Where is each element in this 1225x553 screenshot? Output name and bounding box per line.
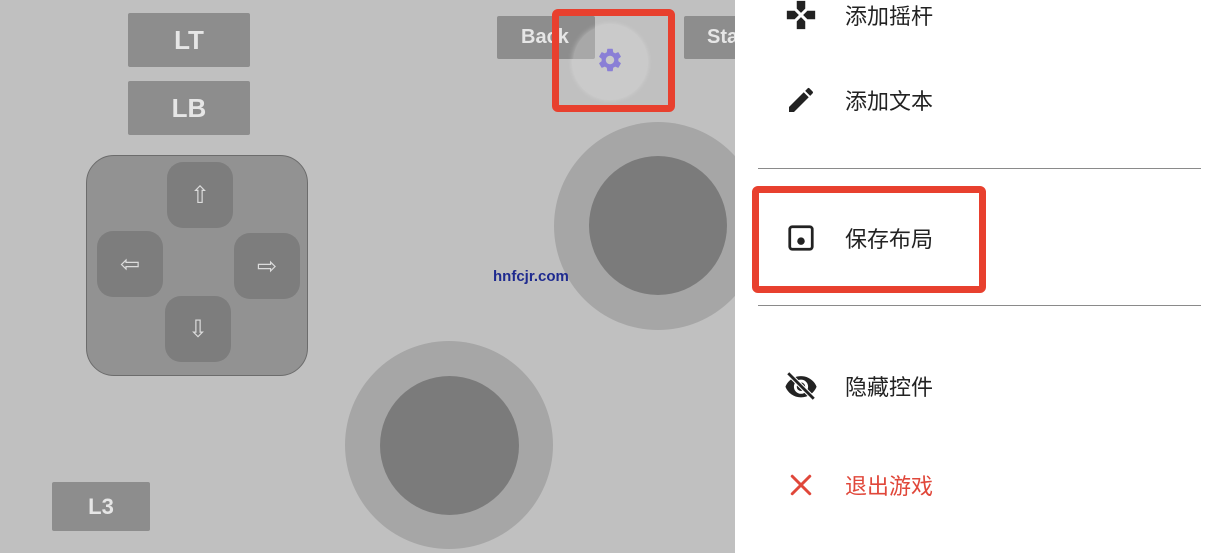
lt-button[interactable]: LT [128,13,250,67]
save-layout-highlight [752,186,986,293]
right-joystick-knob[interactable] [589,156,727,295]
menu-divider [758,168,1201,169]
settings-button-highlight [552,9,675,112]
menu-item-exit-game[interactable]: 退出游戏 [735,450,1201,520]
dpad-right-button[interactable]: ⇨ [234,233,300,299]
close-icon [783,467,819,503]
lb-button[interactable]: LB [128,81,250,135]
dpad-up-button[interactable]: ⇧ [167,162,233,228]
l3-button[interactable]: L3 [52,482,150,531]
controller-layout-area: LT LB ⇧ ⇦ ⇨ ⇩ L3 Back Start hnfcjr.com [0,0,735,553]
eye-off-icon [783,368,819,404]
pencil-icon [783,82,819,118]
start-button-label: Start [707,26,735,48]
left-joystick-knob[interactable] [380,376,519,515]
menu-item-label: 隐藏控件 [845,376,934,401]
dpad: ⇧ ⇦ ⇨ ⇩ [86,155,308,376]
gamepad-icon [783,0,819,33]
menu-item-label: 添加摇杆 [845,5,934,30]
dpad-down-button[interactable]: ⇩ [165,296,231,362]
side-menu: 添加摇杆 添加文本 保存布局 隐藏控件 退出游戏 [735,0,1225,553]
dpad-left-button[interactable]: ⇦ [97,231,163,297]
menu-item-hide-controls[interactable]: 隐藏控件 [735,351,1201,421]
menu-item-add-text[interactable]: 添加文本 [735,65,1201,135]
left-joystick[interactable] [345,341,553,549]
menu-divider [758,305,1201,306]
watermark: hnfcjr.com [493,268,569,285]
menu-item-add-joystick[interactable]: 添加摇杆 [735,0,1201,50]
menu-item-label: 退出游戏 [845,475,934,500]
right-joystick[interactable] [554,122,735,330]
start-button[interactable]: Start [684,16,735,59]
menu-item-label: 添加文本 [845,90,934,115]
